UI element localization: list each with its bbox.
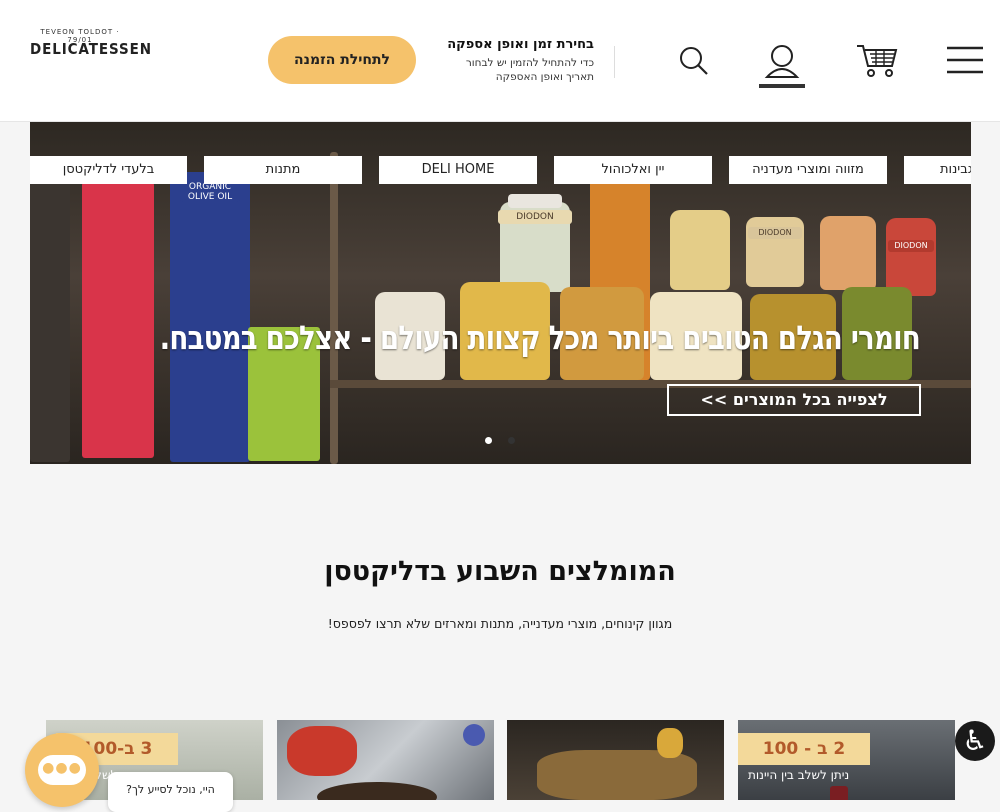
sauce-jar-2 bbox=[670, 210, 730, 290]
flower-image bbox=[463, 724, 485, 746]
category-exclusive[interactable]: בלעדי לדליקטסן bbox=[30, 156, 187, 184]
strawberries-image bbox=[287, 726, 357, 776]
category-bar: בלעדי לדליקטסן מתנות DELI HOME יין ואלכו… bbox=[30, 156, 971, 184]
header-divider bbox=[614, 46, 615, 78]
search-icon[interactable] bbox=[679, 46, 709, 76]
hero-banner[interactable]: ORGANIC OLIVE OIL DIODON DIODON DIODON ב… bbox=[30, 122, 971, 464]
logo[interactable]: TEVEON TOLDOT · 79/01 DELICATESSEN bbox=[30, 28, 152, 76]
start-order-button[interactable]: לתחילת הזמנה bbox=[268, 36, 416, 84]
shelf-post bbox=[330, 152, 338, 464]
sauce-jar-5 bbox=[886, 218, 936, 296]
chat-icon: ●●● bbox=[38, 755, 86, 785]
jar-lid bbox=[508, 194, 562, 208]
jar-label: DIODON bbox=[498, 210, 572, 224]
hero-title: חומרי הגלם הטובים ביותר מכל קצוות העולם … bbox=[159, 318, 921, 357]
logo-arc-text: TEVEON TOLDOT · 79/01 bbox=[40, 28, 120, 44]
cart-icon[interactable] bbox=[856, 42, 898, 78]
category-wine[interactable]: יין ואלכוהול bbox=[554, 156, 712, 184]
olive-oil-tin-blue bbox=[170, 172, 250, 462]
olive-oil-label: ORGANIC OLIVE OIL bbox=[180, 182, 240, 202]
user-icon[interactable] bbox=[760, 43, 804, 89]
delivery-info-line2: תאריך ואופן האספקה bbox=[495, 71, 594, 83]
product-card[interactable] bbox=[507, 720, 724, 800]
wine-bottle-image bbox=[830, 786, 848, 800]
category-gifts[interactable]: מתנות bbox=[204, 156, 362, 184]
slider-dot-active[interactable] bbox=[485, 437, 492, 444]
chat-tooltip[interactable]: היי, נוכל לסייע לך? bbox=[108, 772, 233, 812]
juice-glass-image bbox=[657, 728, 683, 758]
sauce-jar-4 bbox=[820, 216, 876, 290]
jar-label-3: DIODON bbox=[888, 240, 934, 252]
section-title: המומלצים השבוע בדליקטסן bbox=[324, 556, 676, 587]
section-subtitle: מגוון קינוחים, מוצרי מעדנייה, מתנות ומאר… bbox=[327, 616, 673, 631]
category-deli-home[interactable]: DELI HOME bbox=[379, 156, 537, 184]
product-card[interactable] bbox=[277, 720, 494, 800]
site-header: TEVEON TOLDOT · 79/01 DELICATESSEN לתחיל… bbox=[0, 0, 1000, 122]
promo-text: ניתן לשלב בין היינות bbox=[748, 768, 850, 782]
delivery-info-line1: כדי להתחיל להזמין יש לבחור bbox=[465, 57, 594, 69]
delivery-info[interactable]: בחירת זמן ואופן אספקה כדי להתחיל להזמין … bbox=[434, 37, 594, 84]
accessibility-icon[interactable]: ♿ bbox=[955, 721, 995, 761]
view-all-products-button[interactable]: לצפייה בכל המוצרים >> bbox=[667, 384, 921, 416]
menu-icon[interactable] bbox=[946, 45, 984, 77]
user-active-indicator bbox=[759, 84, 805, 88]
chat-button[interactable]: ●●● bbox=[25, 733, 99, 807]
jar-label-2: DIODON bbox=[748, 227, 802, 239]
delivery-info-title: בחירת זמן ואופן אספקה bbox=[447, 37, 594, 52]
shelf-shadow bbox=[30, 162, 70, 462]
dessert-image bbox=[317, 782, 437, 800]
product-card[interactable]: 2 ב - 100 ניתן לשלב בין היינות bbox=[738, 720, 955, 800]
category-pantry[interactable]: מזווה ומוצרי מעדניה bbox=[729, 156, 887, 184]
slider-dot[interactable] bbox=[508, 437, 515, 444]
logo-wordmark: DELICATESSEN bbox=[30, 40, 152, 58]
category-cheese[interactable]: גבינות bbox=[904, 156, 971, 184]
olive-oil-tin-red bbox=[82, 182, 154, 458]
promo-badge: 2 ב - 100 bbox=[738, 733, 870, 765]
